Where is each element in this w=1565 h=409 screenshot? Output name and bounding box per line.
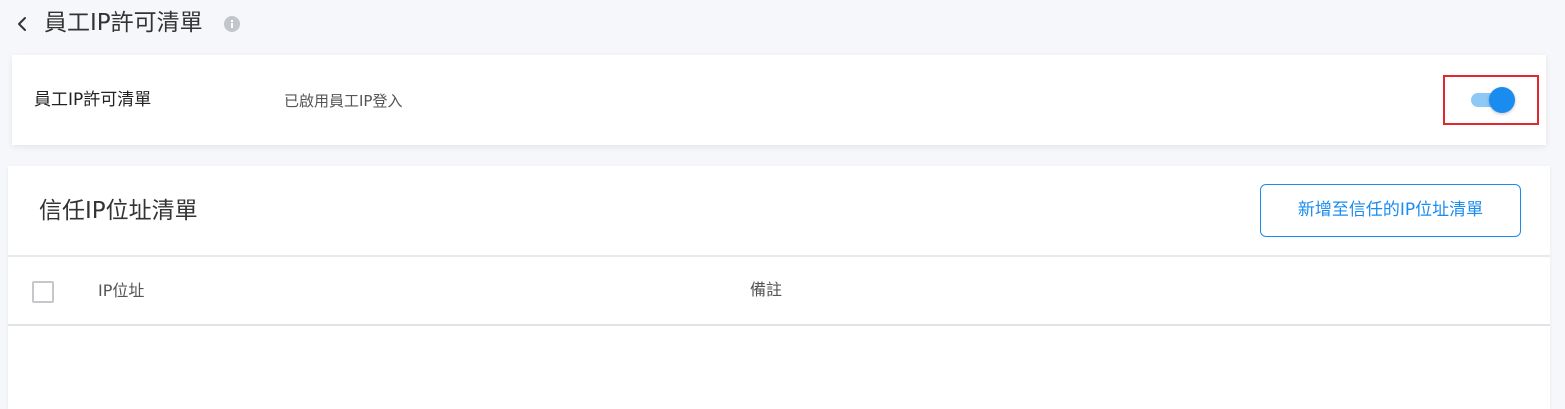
page-title: 員工IP許可清單: [44, 10, 203, 36]
back-button[interactable]: [12, 12, 32, 36]
employee-ip-label: 員工IP許可清單: [34, 90, 152, 110]
employee-ip-toggle[interactable]: [1469, 87, 1517, 113]
column-header-note[interactable]: 備註: [750, 279, 782, 301]
trusted-ip-card: 信任IP位址清單 新增至信任的IP位址清單 IP位址 備註: [8, 166, 1550, 409]
employee-ip-setting-card: 員工IP許可清單 已啟用員工IP登入: [12, 55, 1546, 145]
info-glyph: [231, 20, 233, 28]
toggle-knob: [1489, 87, 1515, 113]
table-body: [8, 326, 1550, 409]
trusted-ip-title: 信任IP位址清單: [39, 198, 198, 224]
select-all-checkbox[interactable]: [32, 281, 54, 303]
chevron-left-icon: [18, 17, 26, 31]
employee-ip-status-text: 已啟用員工IP登入: [284, 92, 403, 110]
column-header-ip[interactable]: IP位址: [98, 280, 144, 302]
page-header: 員工IP許可清單: [0, 0, 1565, 48]
add-trusted-ip-button[interactable]: 新增至信任的IP位址清單: [1260, 184, 1521, 237]
info-icon[interactable]: [224, 16, 240, 32]
table-header: IP位址 備註: [8, 257, 1550, 324]
